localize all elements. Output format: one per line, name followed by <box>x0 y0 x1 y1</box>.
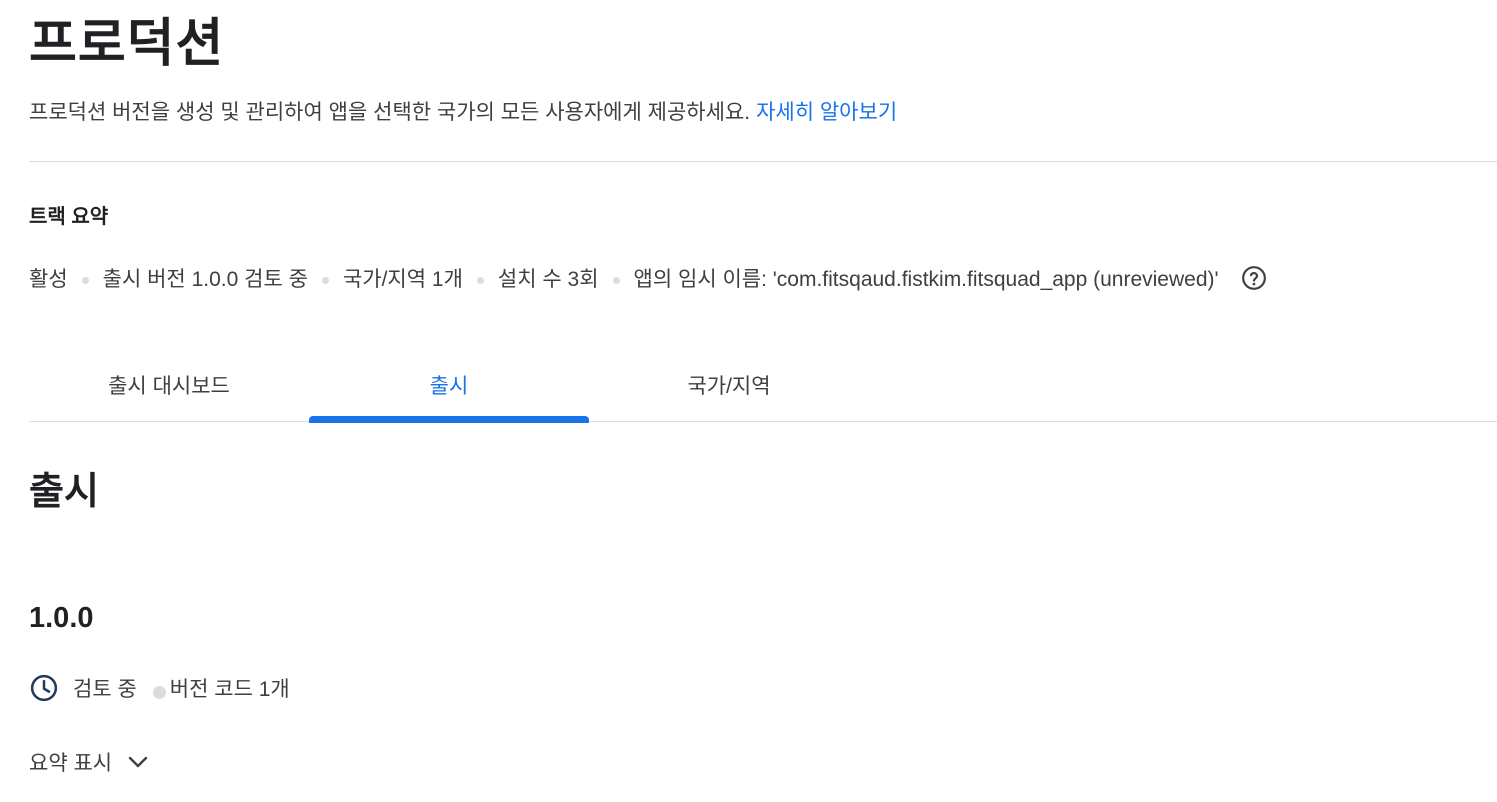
page-title: 프로덕션 <box>29 15 225 73</box>
separator-dot <box>476 276 484 284</box>
release-version: 1.0.0 <box>29 602 94 634</box>
track-summary: 활성 출시 버전 1.0.0 검토 중 국가/지역 1개 설치 수 3회 앱의 … <box>29 262 1267 294</box>
help-circle-icon[interactable] <box>1241 265 1267 291</box>
header-divider <box>29 161 1497 162</box>
toggle-label: 요약 표시 <box>29 752 113 775</box>
separator-dot <box>612 276 620 284</box>
learn-more-link[interactable]: 자세히 알아보기 <box>756 101 897 124</box>
summary-status: 활성 <box>29 268 68 291</box>
separator-dot <box>152 685 166 699</box>
show-summary-toggle[interactable]: 요약 표시 <box>29 745 150 779</box>
track-summary-label: 트랙 요약 <box>29 206 109 228</box>
page-description: 프로덕션 버전을 생성 및 관리하여 앱을 선택한 국가의 모든 사용자에게 제… <box>29 98 897 128</box>
tab-label: 출시 <box>429 375 469 398</box>
tab-releases[interactable]: 출시 <box>309 352 589 423</box>
tab-release-dashboard[interactable]: 출시 대시보드 <box>29 352 309 422</box>
releases-heading: 출시 <box>29 471 99 513</box>
summary-countries: 국가/지역 1개 <box>342 268 463 291</box>
chevron-down-icon <box>126 750 150 774</box>
tab-label: 출시 대시보드 <box>108 375 230 398</box>
active-tab-indicator <box>309 416 589 423</box>
summary-installs: 설치 수 3회 <box>497 268 599 291</box>
description-text: 프로덕션 버전을 생성 및 관리하여 앱을 선택한 국가의 모든 사용자에게 제… <box>29 101 751 124</box>
separator-dot <box>321 276 329 284</box>
summary-app-name: 앱의 임시 이름: 'com.fitsqaud.fistkim.fitsquad… <box>633 268 1219 291</box>
clock-icon <box>29 673 59 703</box>
summary-release: 출시 버전 1.0.0 검토 중 <box>102 268 308 291</box>
tab-label: 국가/지역 <box>687 375 771 398</box>
version-codes: 버전 코드 1개 <box>169 678 290 701</box>
release-status: 검토 중 버전 코드 1개 <box>29 672 290 704</box>
production-page: 프로덕션 프로덕션 버전을 생성 및 관리하여 앱을 선택한 국가의 모든 사용… <box>0 0 1497 802</box>
separator-dot <box>81 276 89 284</box>
status-text: 검토 중 <box>73 678 137 701</box>
tab-bar: 출시 대시보드 출시 국가/지역 <box>29 352 1497 423</box>
tab-countries[interactable]: 국가/지역 <box>589 352 869 422</box>
